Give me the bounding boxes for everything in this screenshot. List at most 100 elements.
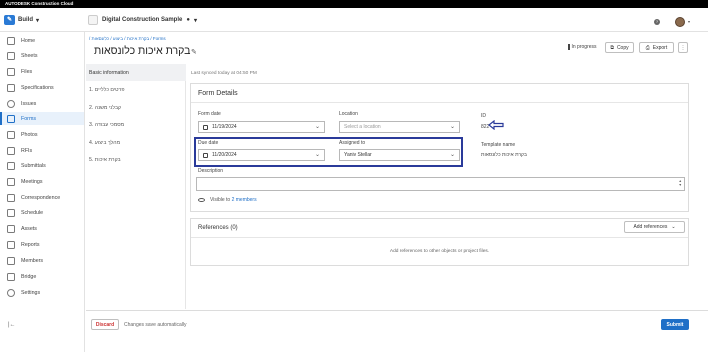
section-2[interactable]: 2. קבלני משנה: [86, 99, 186, 116]
sidebar-item-label: Issues: [21, 100, 37, 107]
project-icon: [88, 15, 98, 25]
meetings-icon: [7, 177, 15, 186]
discard-button[interactable]: Discard: [91, 319, 119, 330]
sidebar-item-label: Schedule: [21, 209, 44, 216]
sheets-icon: [7, 51, 15, 60]
chevron-down-icon: ⌄: [314, 124, 320, 130]
sidebar-item-home[interactable]: Home: [0, 34, 84, 47]
sidebar-item-files[interactable]: Files: [0, 65, 84, 78]
references-title: References (0): [198, 225, 238, 231]
sidebar-item-settings[interactable]: Settings: [0, 286, 84, 299]
sidebar-item-label: Meetings: [21, 178, 43, 185]
section-3[interactable]: 3. מסמכי עבודה: [86, 116, 186, 133]
module-switcher[interactable]: ✎ Build ▾: [4, 14, 39, 26]
help-icon[interactable]: ?: [654, 19, 660, 25]
visibility-info: Visible to 2 members: [198, 197, 257, 203]
visible-prefix: Visible to: [210, 197, 231, 203]
sidebar-item-meetings[interactable]: Meetings: [0, 175, 84, 188]
more-options-button[interactable]: ⋮: [678, 42, 688, 53]
brand-logo: AUTODESK Construction Cloud: [5, 1, 74, 6]
export-button[interactable]: ⎙ Export: [639, 42, 674, 53]
id-label: ID: [481, 113, 486, 119]
description-field[interactable]: ▲ ▼: [196, 177, 685, 191]
members-icon: [7, 256, 15, 265]
add-references-label: Add references: [633, 224, 668, 230]
section-1[interactable]: 1. פרטים כלליים: [86, 81, 186, 98]
project-switcher[interactable]: Digital Construction Sample ● ▾: [88, 14, 197, 26]
section-basic-information[interactable]: Basic information: [86, 64, 186, 81]
sidebar-item-label: Reports: [21, 241, 40, 248]
eye-icon: [198, 198, 205, 202]
export-icon: ⎙: [645, 44, 650, 51]
form-sections: Basic information 1. פרטים כלליים 2. קבל…: [86, 64, 186, 309]
sidebar-item-label: RFIs: [21, 147, 33, 154]
sidebar-item-reports[interactable]: Reports: [0, 238, 84, 251]
sync-status: Last synced today at 04:50 PM: [191, 71, 257, 76]
calendar-icon: [203, 124, 208, 130]
sidebar-item-assets[interactable]: Assets: [0, 222, 84, 235]
sidebar-item-issues[interactable]: Issues: [0, 97, 84, 110]
status-indicator: [568, 44, 570, 50]
sidebar-item-photos[interactable]: Photos: [0, 128, 84, 141]
template-name-label: Template name: [481, 142, 516, 148]
sidebar-item-correspondence[interactable]: Correspondence: [0, 191, 84, 204]
divider: [191, 102, 688, 103]
copy-label: Copy: [616, 44, 629, 51]
sidebar-item-label: Correspondence: [21, 194, 61, 201]
sidebar-item-sheets[interactable]: Sheets: [0, 49, 84, 62]
settings-icon: [7, 288, 15, 297]
form-date-field[interactable]: 11/19/2024 ⌄: [198, 121, 325, 133]
avatar[interactable]: [675, 17, 685, 27]
sidebar-item-bridge[interactable]: Bridge: [0, 270, 84, 283]
form-details-title: Form Details: [198, 90, 238, 97]
arrow-left-icon: [488, 120, 504, 130]
copy-button[interactable]: ⧉ Copy: [605, 42, 634, 53]
files-icon: [7, 67, 15, 76]
rfis-icon: [7, 146, 15, 155]
copy-icon: ⧉: [610, 44, 614, 51]
reports-icon: [7, 240, 15, 249]
sidebar-item-label: Home: [21, 37, 36, 44]
sidebar-item-label: Submittals: [21, 162, 46, 169]
section-5[interactable]: 5. בקרת איכות: [86, 151, 186, 168]
breadcrumb[interactable]: Forms / בקרת איכות / ביצוע / כלונסאות /: [89, 36, 166, 41]
bridge-icon: [7, 272, 15, 281]
sidebar-item-forms[interactable]: Forms: [0, 112, 84, 125]
chevron-down-icon: ⌄: [671, 224, 676, 230]
visible-members-link[interactable]: 2 members: [232, 197, 257, 203]
collapse-sidebar-icon[interactable]: |←: [8, 322, 16, 328]
template-name-value: בקרת איכות כלונסאות: [481, 152, 527, 158]
sidebar-item-members[interactable]: Members: [0, 254, 84, 267]
sidebar-item-rfis[interactable]: RFIs: [0, 144, 84, 157]
submittals-icon: [7, 161, 15, 170]
module-label: Build: [18, 17, 33, 23]
page-title: בקרת איכות כלונסאות: [94, 45, 191, 57]
resize-spinner-icon: ▲ ▼: [678, 179, 682, 187]
chevron-down-icon: ▾: [193, 17, 197, 24]
sidebar-item-label: Settings: [21, 289, 41, 296]
edit-icon[interactable]: ✎: [191, 48, 197, 56]
sidebar-item-label: Sheets: [21, 52, 38, 59]
sidebar-item-label: Members: [21, 257, 44, 264]
sidebar-item-submittals[interactable]: Submittals: [0, 159, 84, 172]
chevron-down-icon[interactable]: ▾: [688, 19, 690, 24]
sidebar-item-schedule[interactable]: Schedule: [0, 206, 84, 219]
status-badge: In progress: [568, 44, 597, 50]
schedule-icon: [7, 208, 15, 217]
section-4[interactable]: 4. מהלך ביצוע: [86, 134, 186, 151]
add-references-button[interactable]: Add references ⌄: [624, 221, 685, 233]
sidebar-item-specifications[interactable]: Specifications: [0, 81, 84, 94]
globe-icon: ●: [186, 17, 190, 23]
submit-button[interactable]: Submit: [661, 319, 689, 330]
project-name: Digital Construction Sample: [102, 17, 183, 23]
chevron-down-icon: ⌄: [449, 124, 455, 130]
photos-icon: [7, 130, 15, 139]
status-label: In progress: [571, 44, 597, 50]
sidebar-item-label: Specifications: [21, 84, 54, 91]
location-select[interactable]: Select a location ⌄: [339, 121, 460, 133]
divider: [191, 237, 688, 238]
sidebar-item-label: Forms: [21, 115, 37, 122]
form-date-value: 11/19/2024: [212, 124, 237, 130]
assets-icon: [7, 224, 15, 233]
form-date-label: Form date: [198, 111, 221, 117]
